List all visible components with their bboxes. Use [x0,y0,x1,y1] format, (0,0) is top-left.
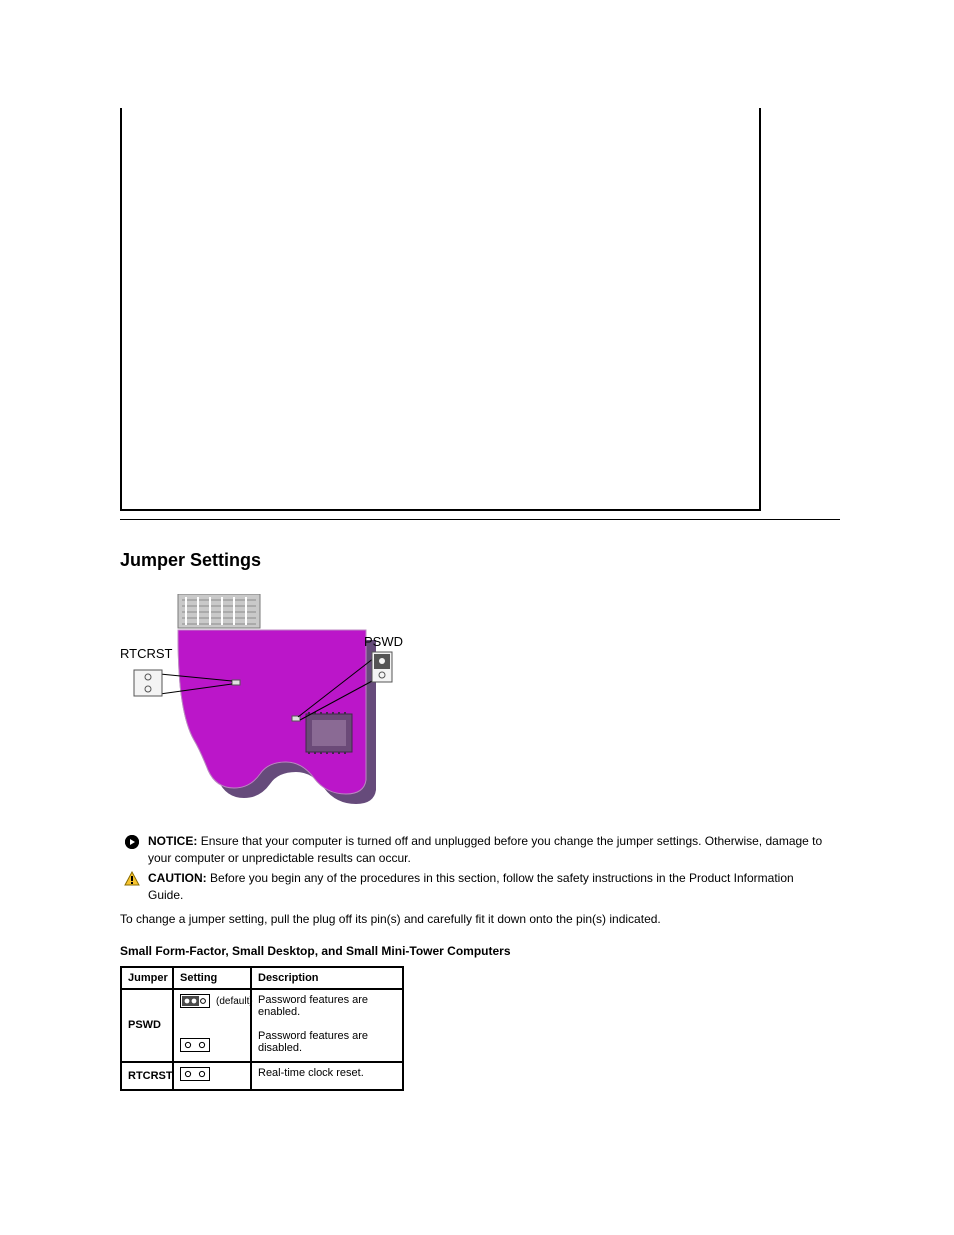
caution-icon [124,871,140,887]
caution-text: CAUTION: Before you begin any of the pro… [148,870,824,904]
frame-left-border [120,108,122,511]
caution-block: CAUTION: Before you begin any of the pro… [124,870,824,904]
setting-text: (default) [216,995,253,1008]
col-desc: Description [251,967,403,989]
row-label: PSWD [121,989,173,1062]
notice-icon [124,834,140,850]
jumper-table-caption: Small Form-Factor, Small Desktop, and Sm… [120,944,511,958]
col-jumper: Jumper [121,967,173,989]
row-desc: Real-time clock reset. [251,1062,403,1090]
frame-right-border [759,108,761,511]
row-label: RTCRST [121,1062,173,1090]
table-row: PSWD (default) [121,989,403,1062]
pins-open-icon [180,1038,210,1052]
frame-bottom-border [120,509,761,511]
notice-text: NOTICE: Ensure that your computer is tur… [148,833,824,867]
row-settings [173,1062,251,1090]
caution-lead: CAUTION: [148,871,207,885]
jumper-settings-table: Jumper Setting Description PSWD [120,966,404,1091]
document-page: Jumper Settings [0,0,954,1235]
row-desc: Password features are enabled. Password … [251,989,403,1062]
caution-body: Before you begin any of the procedures i… [148,871,794,902]
rtcrst-label: RTCRST [120,646,173,661]
notice-body: Ensure that your computer is turned off … [148,834,822,865]
row-settings: (default) [173,989,251,1062]
section-divider [120,519,840,520]
jumper-change-paragraph: To change a jumper setting, pull the plu… [120,912,820,926]
top-frame [120,0,761,511]
pins-jumpered-icon [180,994,210,1008]
jumper-location-diagram: RTCRST PSWD [120,594,410,809]
notice-lead: NOTICE: [148,834,197,848]
col-setting: Setting [173,967,251,989]
section-title: Jumper Settings [120,550,261,571]
table-row: RTCRST Real-time clock reset. [121,1062,403,1090]
notice-block: NOTICE: Ensure that your computer is tur… [124,833,824,867]
pins-open-icon [180,1067,210,1081]
pswd-label: PSWD [364,634,403,649]
